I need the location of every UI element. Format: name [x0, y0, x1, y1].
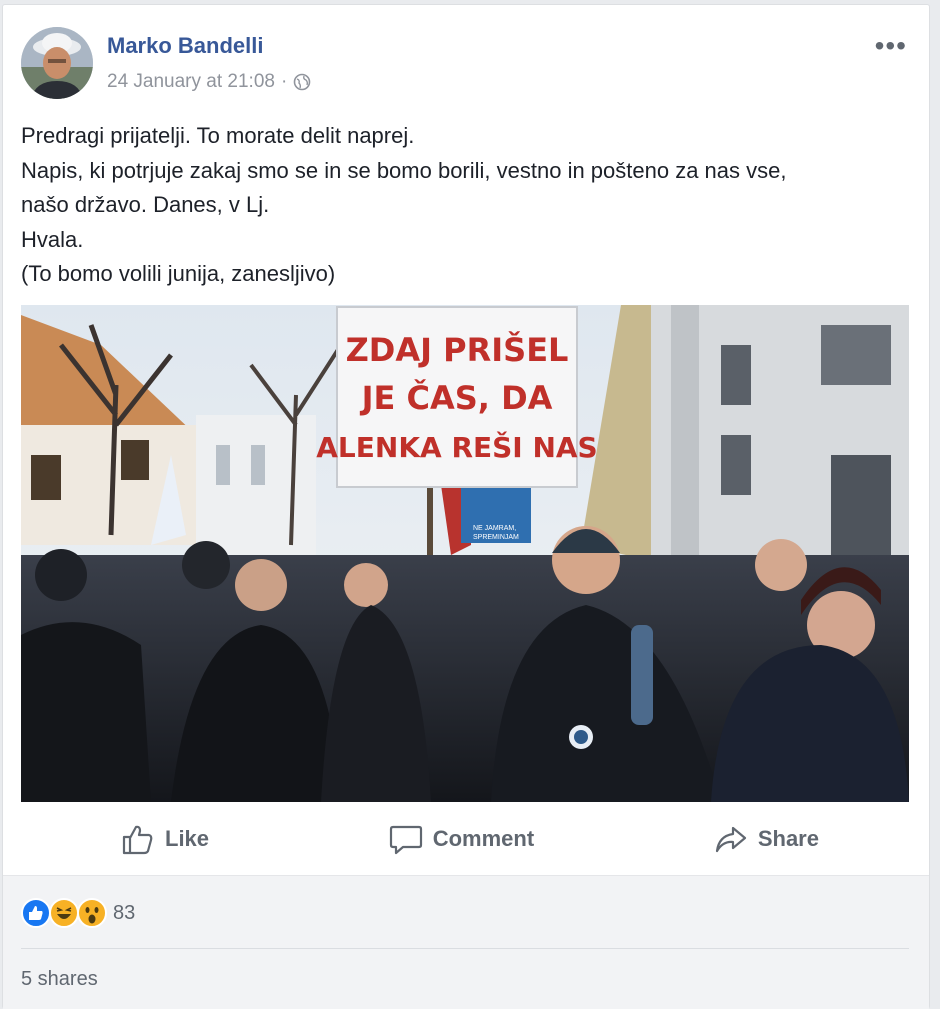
thumbs-up-icon [122, 825, 153, 855]
post-footer: 83 5 shares [3, 875, 929, 1009]
post-actions: Like Comment Share [21, 811, 911, 867]
globe-icon[interactable] [293, 73, 311, 91]
post-text-line: Hvala. [21, 226, 84, 252]
wow-reaction-icon [77, 898, 107, 928]
comment-button[interactable]: Comment [389, 817, 534, 861]
post-header: Marko Bandelli 24 January at 21:08 · ••• [21, 27, 911, 107]
footer-divider [21, 948, 909, 949]
protest-sign-line: ZDAJ PRIŠEL [346, 330, 569, 369]
post-text-line: našo državo. Danes, v Lj. [21, 192, 270, 217]
post-text: Predragi prijatelji. To morate delit nap… [21, 119, 911, 292]
shares-count[interactable]: 5 shares [21, 968, 98, 991]
like-reaction-icon [21, 898, 51, 928]
meta-separator: · [280, 71, 288, 92]
post-text-line: (To bomo volili junija, zanesljivo) [21, 261, 336, 286]
comment-label: Comment [432, 826, 535, 851]
post-meta: 24 January at 21:08 · [107, 71, 311, 93]
share-icon [715, 826, 746, 853]
share-label: Share [757, 826, 819, 851]
post-timestamp[interactable]: 24 January at 21:08 [107, 71, 275, 93]
comment-icon [389, 825, 422, 855]
author-name[interactable]: Marko Bandelli [107, 33, 263, 59]
reactions-summary[interactable]: 83 [21, 898, 135, 928]
more-options-button[interactable]: ••• [875, 32, 907, 60]
small-sign-line: NE JAMRAM, [473, 525, 516, 532]
post-text-line: Napis, ki potrjuje zakaj smo se in se bo… [21, 157, 787, 183]
protest-sign-line: ALENKA REŠI NAS [316, 430, 597, 464]
author-avatar[interactable] [21, 27, 93, 99]
like-button[interactable]: Like [121, 817, 209, 861]
haha-reaction-icon [49, 898, 79, 928]
share-button[interactable]: Share [714, 817, 819, 861]
post-text-line: Predragi prijatelji. To morate delit nap… [21, 123, 415, 148]
post-photo[interactable]: NE JAMRAM, SPREMINJAM ZDAJ PRIŠEL JE ČAS… [21, 305, 909, 802]
reaction-count: 83 [113, 901, 136, 924]
small-sign-line: SPREMINJAM [473, 534, 519, 541]
like-label: Like [165, 826, 210, 851]
protest-sign-line: JE ČAS, DA [360, 378, 553, 417]
facebook-post: Marko Bandelli 24 January at 21:08 · •••… [2, 4, 930, 1009]
